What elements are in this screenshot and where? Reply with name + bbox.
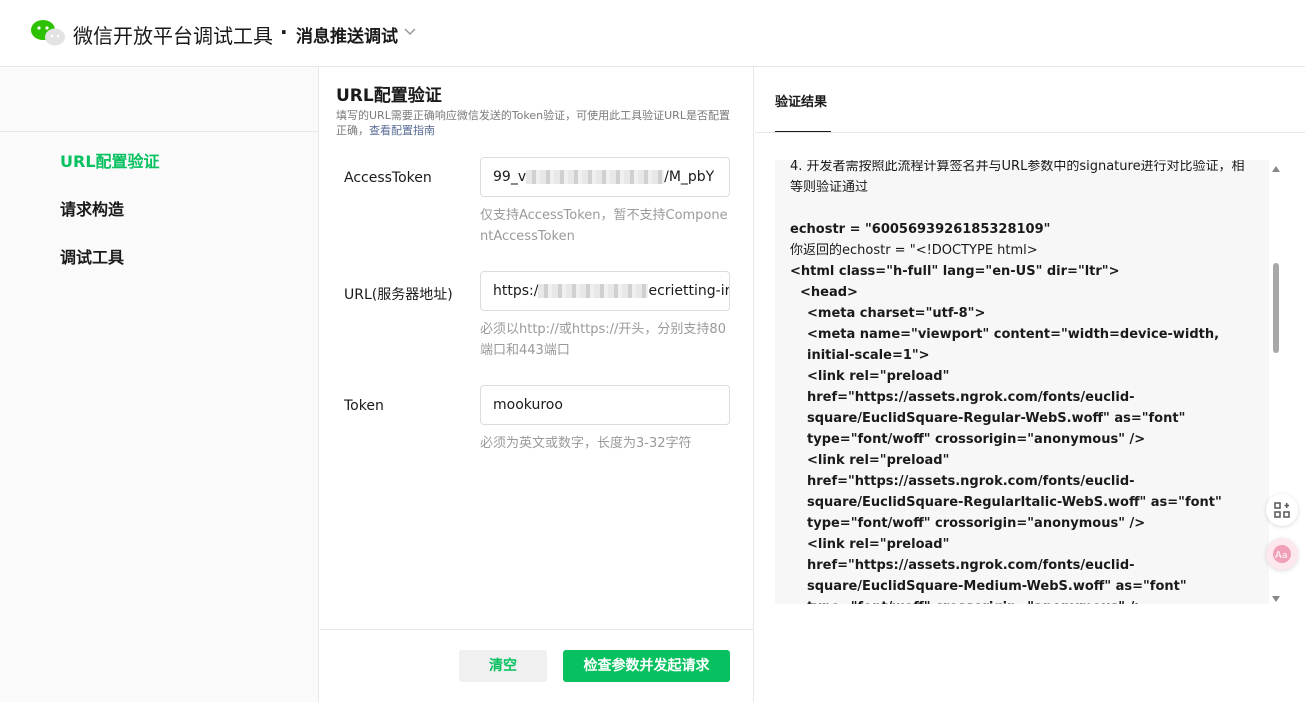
result-line: <link rel="preload" href="https://assets…: [807, 369, 1186, 447]
translate-button[interactable]: A a: [1266, 538, 1298, 570]
token-label: Token: [344, 398, 384, 414]
result-line: <link rel="preload" href="https://assets…: [807, 537, 1187, 604]
result-line: 4. 开发者需按照此流程计算签名并与URL参数中的signature进行对比验证…: [790, 160, 1245, 195]
qr-grid-button[interactable]: [1266, 494, 1298, 526]
sidebar: URL配置验证 请求构造 调试工具: [0, 67, 319, 702]
url-value-end: ecrietting-ir: [648, 283, 730, 299]
result-line: <head>: [800, 285, 858, 300]
accesstoken-value-start: 99_v: [493, 169, 527, 185]
sidebar-item-request-builder[interactable]: 请求构造: [60, 196, 124, 220]
accesstoken-value-end: /M_pbY: [664, 169, 715, 185]
url-value-start: https:/: [493, 283, 539, 299]
redacted-blur: [526, 170, 665, 184]
url-label: URL(服务器地址): [344, 287, 453, 303]
form-footer-divider: [320, 629, 754, 630]
result-line: <html class="h-full" lang="en-US" dir="l…: [790, 264, 1120, 279]
accesstoken-hint: 仅支持AccessToken，暂不支持ComponentAccessToken: [480, 208, 728, 244]
chevron-down-icon[interactable]: [403, 27, 417, 37]
translate-icon: A a: [1273, 545, 1291, 563]
svg-text:a: a: [1282, 551, 1288, 561]
form-title: URL配置验证: [336, 86, 442, 106]
title-separator: ·: [280, 20, 288, 44]
result-output[interactable]: 4. 开发者需按照此流程计算签名并与URL参数中的signature进行对比验证…: [775, 160, 1269, 604]
submit-request-button[interactable]: 检查参数并发起请求: [563, 650, 730, 682]
token-hint: 必须为英文或数字，长度为3-32字符: [480, 436, 692, 451]
wechat-logo-icon: [31, 20, 65, 46]
app-title: 微信开放平台调试工具: [73, 24, 273, 48]
result-line: 你返回的echostr = "<!DOCTYPE html>: [790, 243, 1038, 258]
sidebar-item-url-config[interactable]: URL配置验证: [60, 148, 160, 172]
config-guide-link[interactable]: 查看配置指南: [369, 124, 435, 137]
sidebar-item-debug-tools[interactable]: 调试工具: [60, 244, 124, 268]
result-panel: 验证结果 4. 开发者需按照此流程计算签名并与URL参数中的signature进…: [755, 67, 1305, 702]
sidebar-divider: [0, 131, 319, 132]
url-hint: 必须以http://或https://开头，分别支持80端口和443端口: [480, 322, 726, 358]
qr-grid-icon: [1274, 502, 1290, 518]
scroll-down-icon[interactable]: [1272, 596, 1280, 602]
accesstoken-label: AccessToken: [344, 170, 432, 186]
result-line: echostr = "6005693926185328109": [790, 222, 1051, 237]
clear-button[interactable]: 清空: [459, 650, 547, 682]
accesstoken-input[interactable]: 99_v/M_pbY: [480, 157, 730, 197]
form-description: 填写的URL需要正确响应微信发送的Token验证，可使用此工具验证URL是否配置…: [336, 108, 738, 138]
result-divider: [755, 132, 1305, 133]
result-line: <meta name="viewport" content="width=dev…: [807, 327, 1220, 363]
result-line: <link rel="preload" href="https://assets…: [807, 453, 1222, 531]
result-line: <meta charset="utf-8">: [807, 306, 986, 321]
scrollbar-thumb[interactable]: [1273, 263, 1279, 353]
token-input[interactable]: mookuroo: [480, 385, 730, 425]
result-text: 4. 开发者需按照此流程计算签名并与URL参数中的signature进行对比验证…: [790, 160, 1252, 604]
form-panel: URL配置验证 填写的URL需要正确响应微信发送的Token验证，可使用此工具验…: [320, 67, 754, 702]
svg-text:A: A: [1275, 550, 1282, 561]
result-blank-line: [790, 198, 1252, 219]
tab-verify-result[interactable]: 验证结果: [775, 91, 827, 110]
scroll-up-icon[interactable]: [1272, 166, 1280, 172]
page-subtitle[interactable]: 消息推送调试: [296, 22, 398, 47]
url-input[interactable]: https:/ ecrietting-ir: [480, 271, 730, 311]
redacted-blur: [538, 284, 649, 298]
top-header: 微信开放平台调试工具 · 消息推送调试: [0, 0, 1305, 67]
